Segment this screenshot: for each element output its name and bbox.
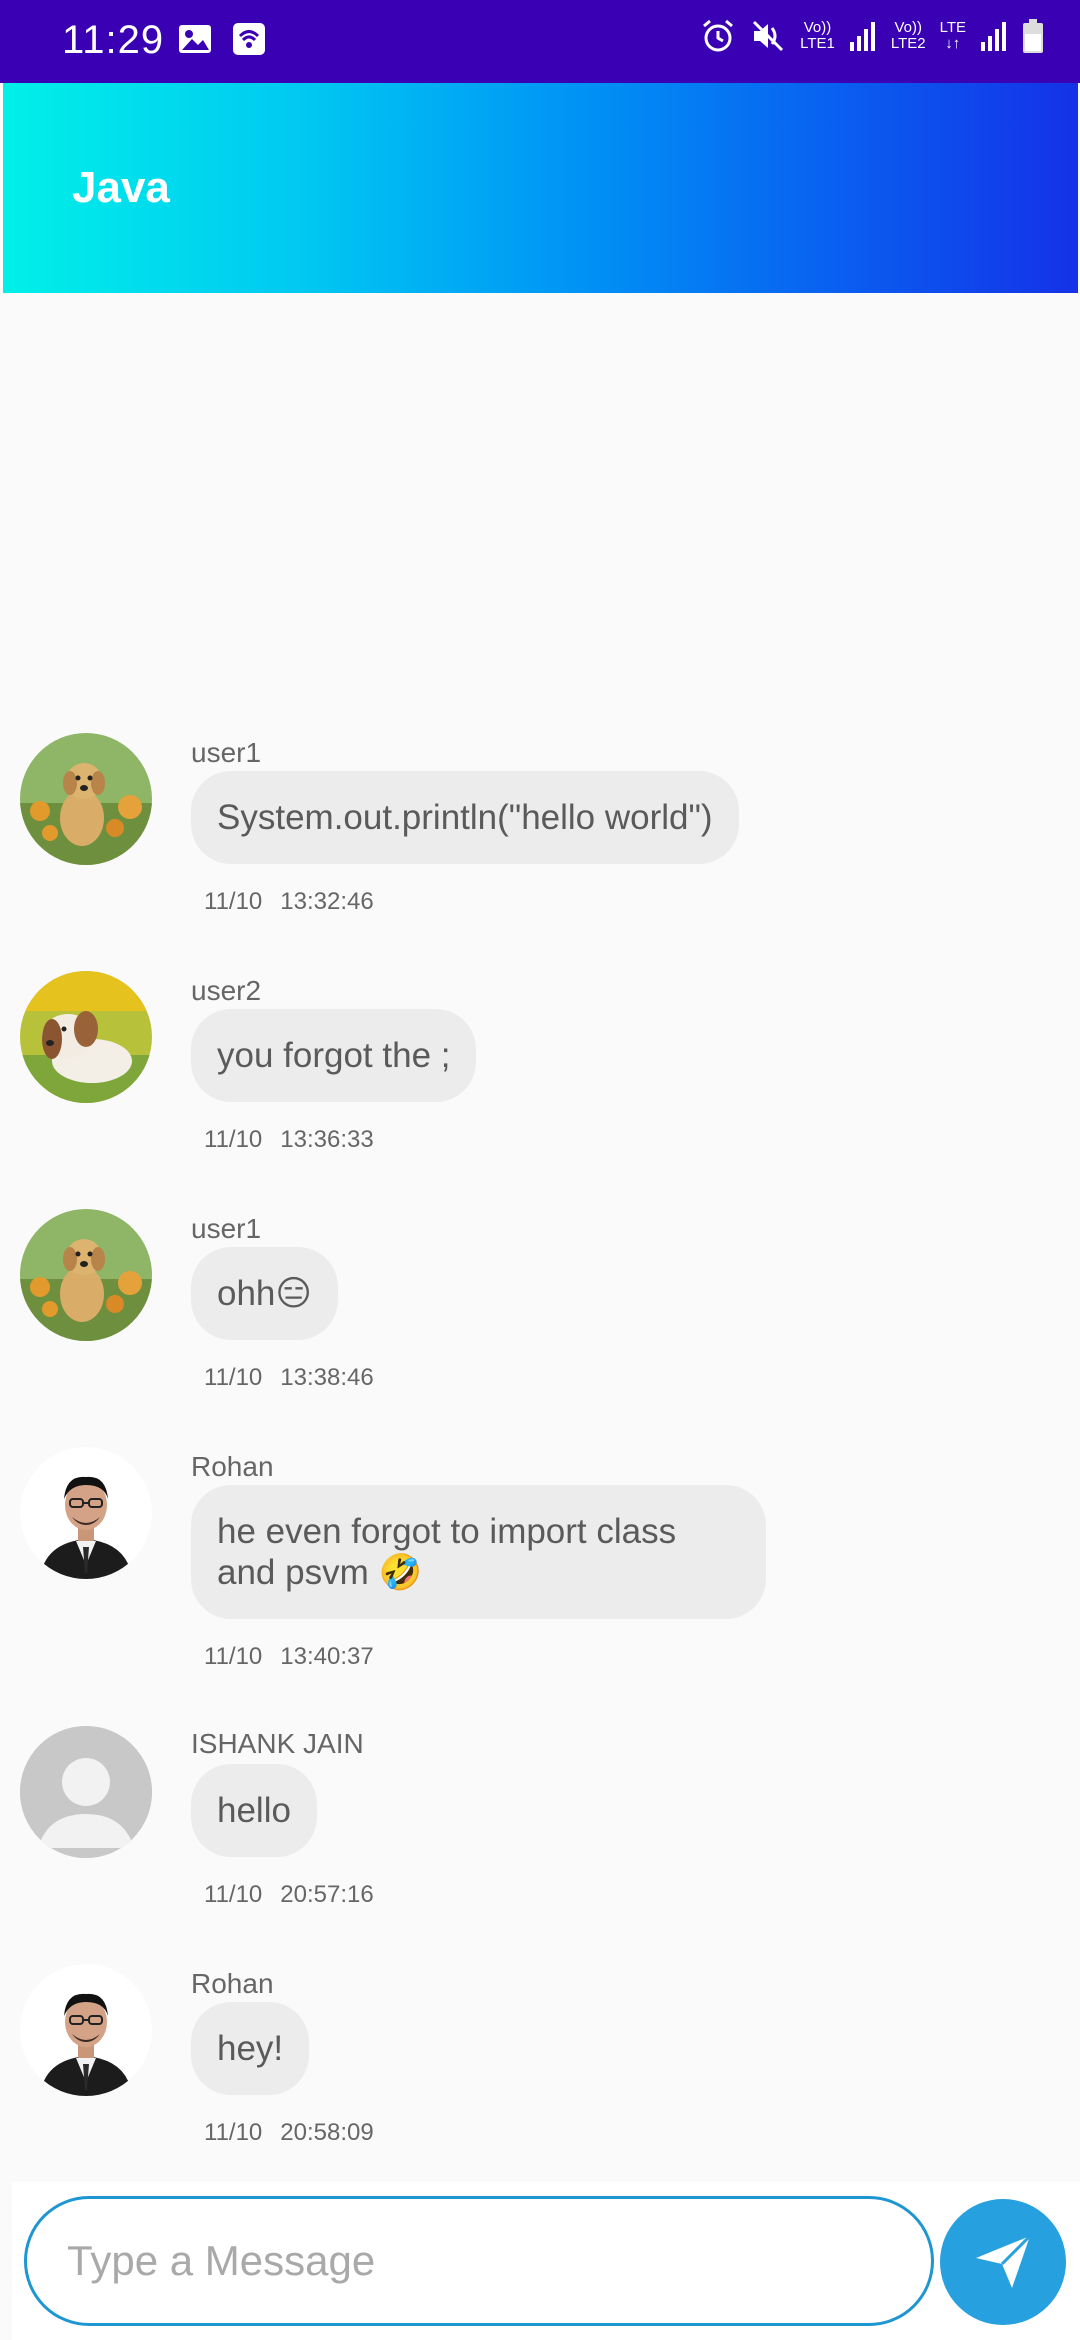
message-username: user2 xyxy=(191,975,262,1006)
image-icon xyxy=(178,22,212,61)
lte-icon: LTE ↓↑ xyxy=(940,20,966,52)
message-list[interactable]: user1 System.out.println("hello world") … xyxy=(0,293,1080,2183)
message-time: 13:32:46 xyxy=(280,888,374,915)
message-username: user1 xyxy=(191,1213,262,1244)
message-bubble[interactable]: ohh😑 xyxy=(191,1247,338,1340)
volte-lte1-icon: Vo)) LTE1 xyxy=(800,20,835,52)
lte-label: LTE xyxy=(939,19,966,36)
status-time: 11:29 xyxy=(62,18,165,62)
message-time: 13:36:33 xyxy=(280,1126,374,1153)
message-meta: 11/10 13:38:46 xyxy=(204,1364,374,1392)
message-bubble[interactable]: he even forgot to import class and psvm … xyxy=(191,1485,766,1619)
app-bar: Java xyxy=(3,83,1078,293)
message-meta: 11/10 13:40:37 xyxy=(204,1643,374,1671)
volte-label: Vo)) xyxy=(894,19,922,36)
message-composer xyxy=(12,2182,1080,2340)
lte2-label: LTE2 xyxy=(890,35,926,52)
alarm-icon xyxy=(700,18,736,54)
message-time: 13:40:37 xyxy=(280,1643,374,1670)
signal-icon xyxy=(980,20,1008,52)
volte-label: Vo)) xyxy=(803,19,832,36)
paper-plane-icon xyxy=(968,2226,1038,2299)
message-date: 11/10 xyxy=(204,1881,263,1908)
golden-puppy-avatar[interactable] xyxy=(20,1209,152,1341)
message-meta: 11/10 20:58:09 xyxy=(204,2119,374,2147)
message-text: System.out.println("hello world") xyxy=(217,798,713,837)
message-date: 11/10 xyxy=(204,888,263,915)
message-date: 11/10 xyxy=(204,1643,263,1670)
message-bubble[interactable]: hello xyxy=(191,1764,317,1857)
man-portrait-avatar[interactable] xyxy=(20,1447,152,1579)
lte1-label: LTE1 xyxy=(800,35,835,52)
message-time: 20:57:16 xyxy=(280,1881,374,1908)
wifi-hotspot-icon xyxy=(232,22,266,61)
message-date: 11/10 xyxy=(204,2119,263,2146)
message-text: ohh xyxy=(217,1274,276,1313)
message-time: 13:38:46 xyxy=(280,1364,374,1391)
send-button[interactable] xyxy=(940,2199,1066,2325)
volte-lte2-icon: Vo)) LTE2 xyxy=(891,20,926,52)
message-username: Rohan xyxy=(191,1451,274,1482)
message-text: he even forgot to import class and psvm xyxy=(217,1512,677,1592)
message-meta: 11/10 20:57:16 xyxy=(204,1881,374,1909)
message-time: 20:58:09 xyxy=(280,2119,374,2146)
message-date: 11/10 xyxy=(204,1126,263,1153)
golden-puppy-avatar[interactable] xyxy=(20,733,152,865)
chat-title: Java xyxy=(72,163,170,212)
message-meta: 11/10 13:36:33 xyxy=(204,1126,374,1154)
message-text: hello xyxy=(217,1791,291,1830)
expressionless-emoji: 😑 xyxy=(275,1274,312,1313)
data-arrows-icon: ↓↑ xyxy=(945,35,961,52)
default-person-avatar[interactable] xyxy=(20,1726,152,1858)
message-username: Rohan xyxy=(191,1968,274,1999)
message-username: user1 xyxy=(191,737,262,768)
message-meta: 11/10 13:32:46 xyxy=(204,888,374,916)
man-portrait-avatar[interactable] xyxy=(20,1964,152,2096)
beagle-avatar[interactable] xyxy=(20,971,152,1103)
laughing-emoji: 🤣 xyxy=(378,1553,423,1592)
message-text: you forgot the ; xyxy=(217,1036,451,1075)
status-bar: 11:29 Vo)) LTE1 Vo)) LTE2 LTE ↓↑ xyxy=(0,0,1080,83)
message-username: ISHANK JAIN xyxy=(191,1728,364,1759)
signal-icon xyxy=(849,20,877,52)
message-date: 11/10 xyxy=(204,1364,263,1391)
message-text: hey! xyxy=(217,2029,284,2068)
message-input[interactable] xyxy=(24,2196,934,2326)
message-bubble[interactable]: System.out.println("hello world") xyxy=(191,771,739,864)
battery-icon xyxy=(1022,18,1044,54)
message-bubble[interactable]: hey! xyxy=(191,2002,310,2095)
message-bubble[interactable]: you forgot the ; xyxy=(191,1009,477,1102)
mute-icon xyxy=(750,18,786,54)
